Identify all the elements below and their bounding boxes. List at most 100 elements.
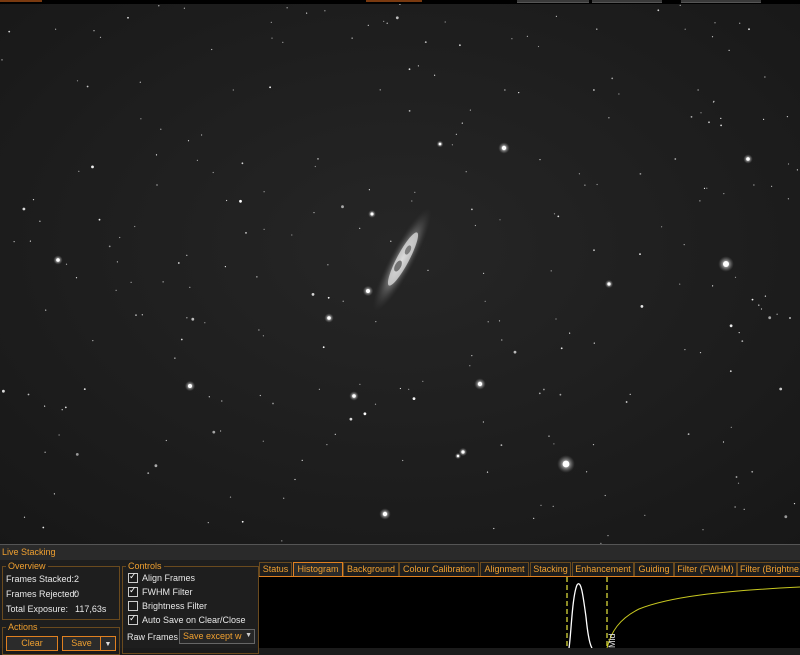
star: [402, 459, 404, 462]
star: [768, 316, 772, 320]
star: [2, 389, 5, 393]
clear-button[interactable]: Clear: [6, 636, 58, 651]
star: [708, 121, 710, 124]
auto-save-checkbox[interactable]: [128, 613, 138, 625]
star: [383, 20, 385, 22]
tab-enhancement[interactable]: Enhancement: [572, 562, 634, 576]
bright-star: [501, 145, 507, 151]
tab-colour-calibration[interactable]: Colour Calibration: [399, 562, 479, 576]
tab-guiding[interactable]: Guiding: [634, 562, 674, 576]
brightness-filter-checkbox[interactable]: [128, 601, 138, 611]
star: [212, 430, 216, 434]
star: [586, 471, 588, 473]
star: [27, 393, 30, 396]
star: [533, 517, 535, 520]
stacked-image-viewer[interactable]: [0, 4, 800, 544]
raw-frames-value: Save except w: [183, 631, 242, 641]
star: [263, 228, 265, 230]
histogram-view[interactable]: Mid: [259, 577, 800, 648]
star: [674, 158, 677, 160]
align-frames-checkbox[interactable]: [128, 571, 138, 583]
fwhm-filter-checkbox[interactable]: [128, 585, 138, 597]
star: [177, 262, 180, 264]
star: [313, 212, 315, 214]
star: [499, 219, 501, 221]
star: [281, 540, 283, 542]
star: [108, 245, 111, 248]
star: [359, 227, 361, 229]
star: [134, 225, 136, 228]
star: [555, 15, 558, 17]
tab-stacking[interactable]: Stacking: [530, 562, 571, 576]
star: [127, 16, 129, 19]
toolbar-field-1[interactable]: [517, 0, 589, 3]
tab-histogram[interactable]: Histogram: [293, 562, 343, 576]
toolbar-field-3[interactable]: [681, 0, 761, 3]
star: [751, 298, 754, 301]
bright-star: [562, 460, 570, 468]
star: [483, 272, 485, 274]
bright-star: [438, 142, 442, 146]
save-button[interactable]: Save: [62, 636, 101, 651]
star: [465, 171, 467, 173]
star: [455, 133, 457, 135]
star: [518, 92, 520, 94]
star: [204, 322, 206, 324]
star: [553, 213, 556, 215]
star: [608, 117, 610, 119]
star: [139, 81, 141, 83]
star: [324, 10, 326, 12]
star: [511, 38, 513, 40]
save-dropdown-button[interactable]: ▼: [100, 636, 116, 651]
star: [241, 520, 244, 523]
star: [543, 388, 545, 391]
star: [687, 433, 690, 435]
star: [593, 342, 595, 344]
star: [607, 535, 609, 537]
star: [661, 226, 663, 228]
overview-legend: Overview: [8, 561, 46, 571]
star: [786, 116, 789, 118]
star: [735, 476, 738, 478]
star: [201, 134, 203, 136]
star: [379, 89, 381, 91]
star: [679, 283, 681, 285]
tab-filter-fwhm[interactable]: Filter (FWHM): [674, 562, 737, 576]
star: [593, 249, 595, 252]
star: [592, 444, 595, 446]
star: [729, 370, 732, 373]
star: [76, 80, 79, 82]
star: [98, 218, 101, 221]
star: [461, 122, 463, 124]
toolbar-accent-mid[interactable]: [366, 0, 422, 2]
star: [553, 443, 555, 445]
star: [386, 22, 388, 24]
toolbar-field-2[interactable]: [592, 0, 662, 3]
star: [548, 435, 550, 437]
star: [730, 426, 732, 428]
star: [753, 184, 755, 186]
star: [787, 198, 790, 200]
star: [537, 45, 540, 48]
star: [271, 37, 273, 39]
bright-star: [607, 282, 611, 286]
raw-frames-label: Raw Frames: [127, 632, 179, 642]
star: [262, 440, 264, 442]
star: [728, 49, 730, 52]
star: [702, 529, 704, 531]
star: [395, 16, 399, 20]
tab-filter-brightness[interactable]: Filter (Brightne: [737, 562, 800, 576]
frames-rejected-label: Frames Rejected:: [6, 589, 78, 599]
tab-alignment[interactable]: Alignment: [480, 562, 529, 576]
star: [75, 453, 79, 456]
star: [538, 392, 541, 395]
raw-frames-select[interactable]: Save except w ▼: [179, 629, 255, 644]
tab-status[interactable]: Status: [259, 562, 292, 576]
tab-background[interactable]: Background: [343, 562, 399, 576]
toolbar-accent-left[interactable]: [0, 0, 42, 2]
star: [771, 185, 773, 187]
star: [75, 277, 78, 279]
bright-star: [56, 258, 60, 262]
star: [487, 321, 489, 323]
star: [723, 193, 725, 195]
